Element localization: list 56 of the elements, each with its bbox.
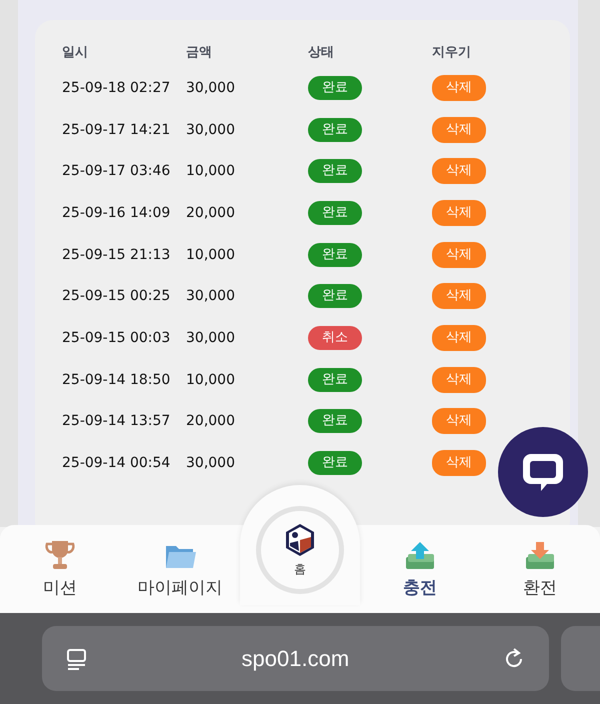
status-badge: 완료	[308, 242, 362, 267]
date-cell-text: 25-09-18 02:27	[62, 80, 172, 96]
amount-cell-text: 20,000	[186, 413, 236, 430]
date-cell-text: 25-09-15 00:03	[62, 330, 172, 346]
status-badge: 완료	[308, 284, 362, 308]
column-header: 상태	[308, 44, 335, 61]
status-badge: 완료	[308, 368, 362, 392]
shield-logo-icon	[284, 522, 316, 556]
date-cell-text: 25-09-14 13:57	[62, 413, 172, 430]
delete-button[interactable]: 삭제	[432, 408, 486, 434]
delete-button[interactable]: 삭제	[432, 74, 486, 101]
date-cell-text: 25-09-14 18:50	[62, 372, 172, 388]
column-header: 금액	[186, 44, 213, 61]
amount-cell-text: 30,000	[186, 80, 236, 96]
tab-preview	[560, 626, 600, 691]
amount-cell-text: 30,000	[186, 330, 236, 346]
amount-cell-text: 10,000	[186, 163, 236, 180]
amount-cell-text: 10,000	[186, 246, 236, 263]
amount-cell-text: 20,000	[186, 204, 236, 221]
date-cell-text: 25-09-16 14:09	[62, 204, 172, 221]
delete-button[interactable]: 삭제	[432, 324, 486, 351]
amount-cell-text: 30,000	[186, 288, 236, 304]
amount-cell-text: 10,000	[186, 372, 236, 388]
date-cell-text: 25-09-15 00:25	[62, 288, 172, 304]
status-badge: 완료	[308, 200, 362, 225]
delete-button[interactable]: 삭제	[432, 366, 486, 393]
nav-tab[interactable]: 환전	[480, 525, 600, 613]
delete-button[interactable]: 삭제	[432, 450, 486, 476]
date-cell-text: 25-09-17 03:46	[62, 163, 172, 180]
amount-cell-text: 30,000	[186, 122, 236, 138]
column-header: 일시	[62, 44, 89, 61]
trophy-icon	[44, 538, 76, 572]
status-badge: 완료	[308, 76, 362, 100]
address-bar[interactable]: spo01.com	[42, 626, 549, 691]
status-badge: 완료	[308, 451, 362, 476]
delete-button[interactable]: 삭제	[432, 242, 486, 268]
nav-tab[interactable]: 마이페이지	[120, 525, 240, 613]
status-badge: 취소	[308, 326, 362, 350]
delete-button[interactable]: 삭제	[432, 283, 486, 310]
url-text: spo01.com	[242, 646, 350, 672]
delete-button[interactable]: 삭제	[432, 158, 486, 184]
date-cell-text: 25-09-15 21:13	[62, 246, 172, 263]
date-cell-text: 25-09-14 00:54	[62, 455, 172, 472]
status-badge: 완료	[308, 409, 362, 434]
nav-tab[interactable]: 충전	[360, 525, 480, 613]
column-header: 지우기	[432, 44, 472, 61]
nav-tab[interactable]: 미션	[0, 525, 120, 613]
status-badge: 완료	[308, 159, 362, 184]
money-down-icon	[523, 540, 557, 572]
date-cell-text: 25-09-17 14:21	[62, 122, 172, 138]
status-badge: 완료	[308, 118, 362, 142]
money-up-icon	[403, 540, 437, 572]
delete-button[interactable]: 삭제	[432, 116, 486, 143]
amount-cell-text: 30,000	[186, 455, 236, 472]
delete-button[interactable]: 삭제	[432, 200, 486, 226]
home-tab[interactable]: 홈	[256, 506, 344, 594]
